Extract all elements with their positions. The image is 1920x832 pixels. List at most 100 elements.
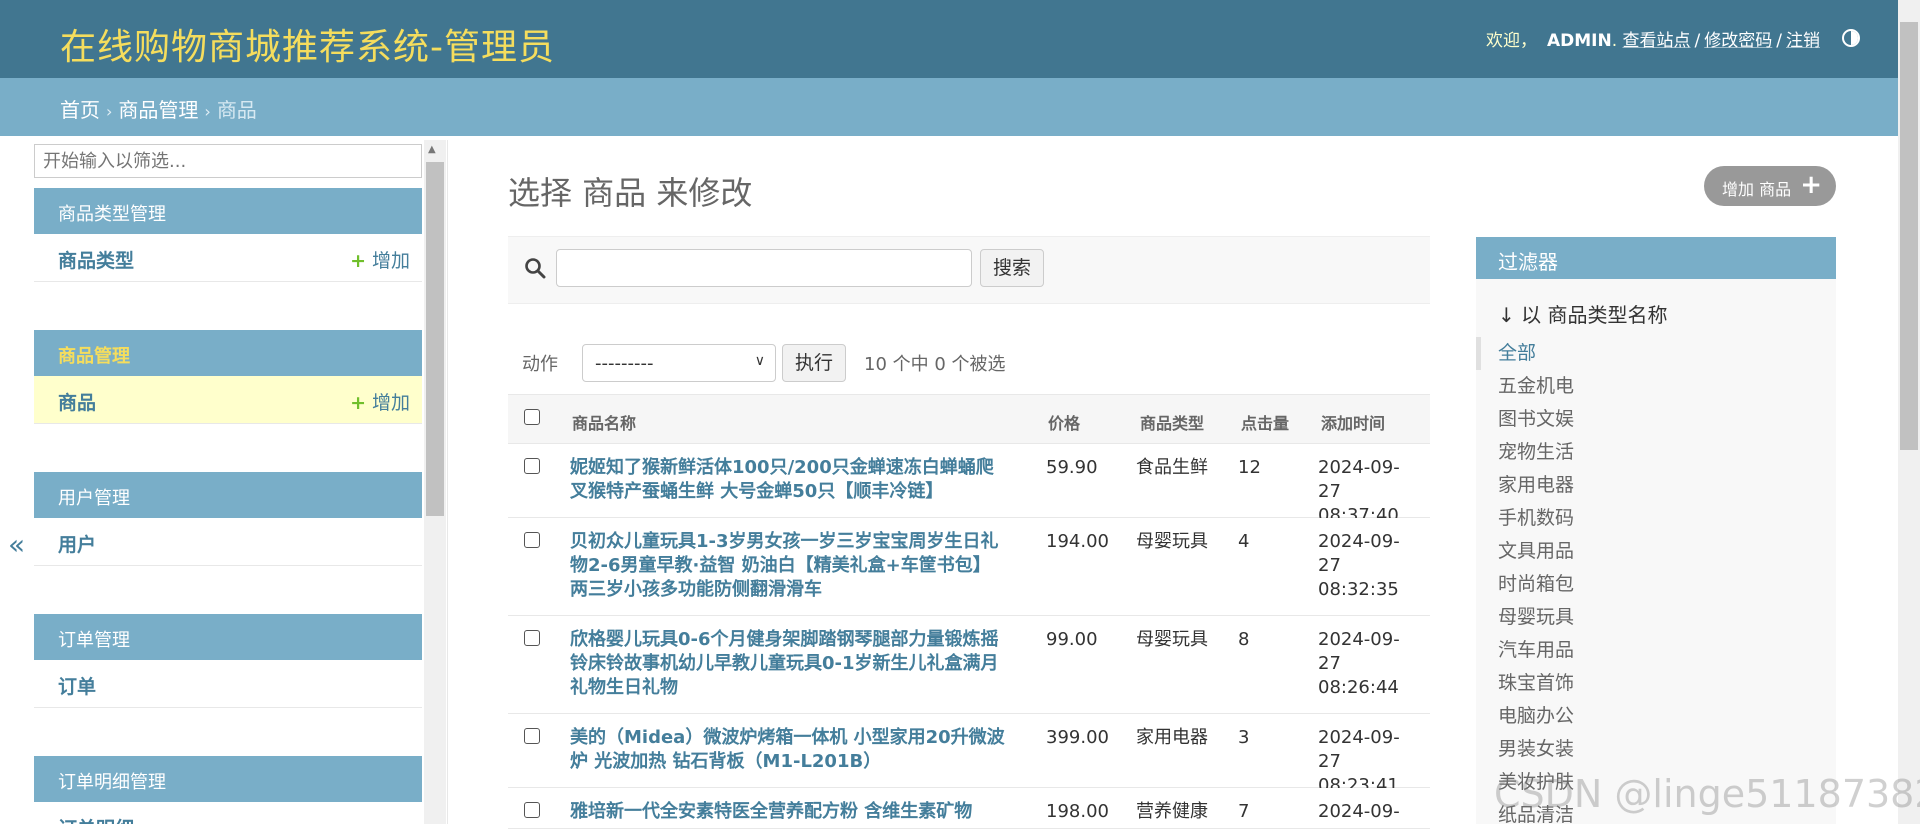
time-cell: 2024-09-27 08:26:44	[1318, 629, 1400, 698]
welcome-text: 欢迎，	[1485, 31, 1537, 51]
site-header: 在线购物商城推荐系统-管理员 欢迎， ADMIN. 查看站点 / 修改密码 / 注销	[0, 0, 1898, 78]
app-caption-product-type[interactable]: 商品类型管理	[34, 188, 422, 234]
filter-option[interactable]: 手机数码	[1476, 502, 1836, 535]
sidebar-item-user[interactable]: 用户	[34, 518, 422, 566]
product-name-link[interactable]: 欣格婴儿玩具0-6个月健身架脚踏钢琴腿部力量锻炼摇铃床铃故事机幼儿早教儿童玩具0…	[570, 628, 1010, 700]
type-cell: 营养健康	[1136, 801, 1208, 822]
row-checkbox[interactable]	[524, 802, 540, 818]
chevron-down-icon: ∨	[754, 353, 765, 369]
breadcrumb-current: 商品	[216, 98, 257, 122]
nav-filter-input[interactable]	[34, 144, 422, 178]
search-button[interactable]: 搜索	[980, 249, 1044, 287]
model-link[interactable]: 用户	[58, 530, 96, 557]
filter-option[interactable]: 图书文娱	[1476, 403, 1836, 436]
row-checkbox[interactable]	[524, 532, 540, 548]
filter-option[interactable]: 五金机电	[1476, 370, 1836, 403]
select-all-checkbox[interactable]	[524, 409, 540, 425]
result-table: 商品名称 价格 商品类型 点击量 添加时间 妮姬知了猴新鲜活体100只/200只…	[508, 394, 1430, 829]
sidebar-item-order[interactable]: 订单	[34, 660, 422, 708]
nav-sidebar: 商品类型管理 商品类型 +增加 商品管理 商品 +增加 用户管理 用户 订单管理…	[34, 140, 423, 824]
actions-bar: 动作 --------- ∨ 执行 10 个中 0 个被选	[508, 340, 1430, 384]
filter-panel: 过滤器 ↓ 以 商品类型名称 全部 五金机电 图书文娱 宠物生活 家用电器 手机…	[1476, 237, 1836, 826]
change-password-link[interactable]: 修改密码	[1704, 31, 1772, 51]
username: ADMIN	[1546, 31, 1612, 51]
search-toolbar: 搜索	[508, 236, 1430, 304]
add-product-type-link[interactable]: + 增加	[350, 246, 410, 273]
filter-option[interactable]: 母婴玩具	[1476, 601, 1836, 634]
product-name-link[interactable]: 贝初众儿童玩具1-3岁男女孩一岁三岁宝宝周岁生日礼物2-6男童早教·益智 奶油白…	[570, 530, 1010, 602]
breadcrumb-home[interactable]: 首页	[60, 98, 100, 122]
add-button-label: 增加 商品	[1722, 180, 1792, 199]
model-link[interactable]: 订单明细	[58, 814, 134, 824]
action-select[interactable]: --------- ∨	[582, 344, 776, 382]
filter-list: 全部 五金机电 图书文娱 宠物生活 家用电器 手机数码 文具用品 时尚箱包 母婴…	[1476, 337, 1836, 832]
sidebar-collapse-icon[interactable]: «	[8, 528, 25, 561]
row-checkbox[interactable]	[524, 458, 540, 474]
theme-toggle-icon[interactable]	[1842, 29, 1860, 47]
col-header-type[interactable]: 商品类型	[1140, 410, 1204, 434]
run-action-button[interactable]: 执行	[782, 344, 846, 382]
filter-option[interactable]: 男装女装	[1476, 733, 1836, 766]
separator: /	[1776, 31, 1782, 51]
sidebar-scrollbar-thumb[interactable]	[426, 162, 444, 516]
filter-heading: ↓ 以 商品类型名称	[1498, 303, 1668, 327]
watermark: CSDN @linge511873822	[1494, 772, 1920, 816]
row-checkbox[interactable]	[524, 630, 540, 646]
plus-icon: +	[1800, 170, 1822, 200]
model-link[interactable]: 订单	[58, 672, 96, 699]
col-header-name[interactable]: 商品名称	[572, 410, 636, 434]
filter-option[interactable]: 文具用品	[1476, 535, 1836, 568]
table-header: 商品名称 价格 商品类型 点击量 添加时间	[508, 394, 1430, 444]
table-row: 雅培新一代全安素特医全营养配方粉 含维生素矿物 198.00 营养健康 7 20…	[508, 788, 1430, 829]
breadcrumb: 首页 › 商品管理 › 商品	[0, 78, 1898, 136]
search-input[interactable]	[556, 249, 972, 287]
sidebar-item-order-detail[interactable]: 订单明细	[34, 802, 422, 824]
page-scrollbar-thumb[interactable]	[1900, 22, 1918, 450]
filter-option[interactable]: 珠宝首饰	[1476, 667, 1836, 700]
logout-link[interactable]: 注销	[1786, 31, 1820, 51]
app-caption-product[interactable]: 商品管理	[34, 330, 422, 376]
breadcrumb-app[interactable]: 商品管理	[118, 98, 198, 122]
col-header-time[interactable]: 添加时间	[1321, 410, 1385, 434]
filter-title: 过滤器	[1476, 237, 1836, 279]
add-icon: +	[350, 250, 366, 272]
type-cell: 食品生鲜	[1136, 457, 1208, 478]
time-cell: 2024-09-	[1318, 801, 1400, 822]
model-link[interactable]: 商品	[58, 388, 96, 415]
action-counter: 10 个中 0 个被选	[864, 354, 1006, 375]
divider	[447, 140, 448, 824]
action-label: 动作	[522, 354, 558, 375]
separator: /	[1694, 31, 1701, 51]
view-site-link[interactable]: 查看站点	[1623, 31, 1691, 51]
add-product-button[interactable]: 增加 商品 +	[1704, 166, 1836, 206]
col-header-clicks[interactable]: 点击量	[1241, 410, 1289, 434]
filter-option[interactable]: 全部	[1476, 337, 1836, 370]
filter-option[interactable]: 家用电器	[1476, 469, 1836, 502]
price-cell: 59.90	[1046, 457, 1098, 478]
type-cell: 家用电器	[1136, 727, 1208, 748]
filter-option[interactable]: 汽车用品	[1476, 634, 1836, 667]
price-cell: 194.00	[1046, 531, 1109, 552]
sidebar-item-product-type[interactable]: 商品类型 + 增加	[34, 234, 422, 282]
filter-option[interactable]: 宠物生活	[1476, 436, 1836, 469]
product-name-link[interactable]: 雅培新一代全安素特医全营养配方粉 含维生素矿物	[570, 800, 1010, 824]
clicks-cell: 3	[1238, 727, 1250, 748]
scroll-up-icon[interactable]: ▲	[428, 144, 436, 155]
col-header-price[interactable]: 价格	[1048, 410, 1080, 434]
model-link[interactable]: 商品类型	[58, 246, 134, 273]
price-cell: 399.00	[1046, 727, 1109, 748]
filter-option[interactable]: 时尚箱包	[1476, 568, 1836, 601]
sidebar-item-product[interactable]: 商品 + 增加	[34, 376, 422, 424]
filter-option[interactable]: 电脑办公	[1476, 700, 1836, 733]
app-caption-user[interactable]: 用户管理	[34, 472, 422, 518]
site-title[interactable]: 在线购物商城推荐系统-管理员	[60, 18, 555, 70]
row-checkbox[interactable]	[524, 728, 540, 744]
type-cell: 母婴玩具	[1136, 531, 1208, 552]
product-name-link[interactable]: 美的（Midea）微波炉烤箱一体机 小型家用20升微波炉 光波加热 钻石背板（M…	[570, 726, 1010, 774]
add-product-link[interactable]: + 增加	[350, 388, 410, 415]
app-caption-order[interactable]: 订单管理	[34, 614, 422, 660]
table-row: 欣格婴儿玩具0-6个月健身架脚踏钢琴腿部力量锻炼摇铃床铃故事机幼儿早教儿童玩具0…	[508, 616, 1430, 714]
product-name-link[interactable]: 妮姬知了猴新鲜活体100只/200只金蝉速冻白蝉蛹爬叉猴特产蚕蛹生鲜 大号金蝉5…	[570, 456, 1010, 504]
app-caption-order-detail[interactable]: 订单明细管理	[34, 756, 422, 802]
time-cell: 2024-09-27 08:32:35	[1318, 531, 1400, 600]
